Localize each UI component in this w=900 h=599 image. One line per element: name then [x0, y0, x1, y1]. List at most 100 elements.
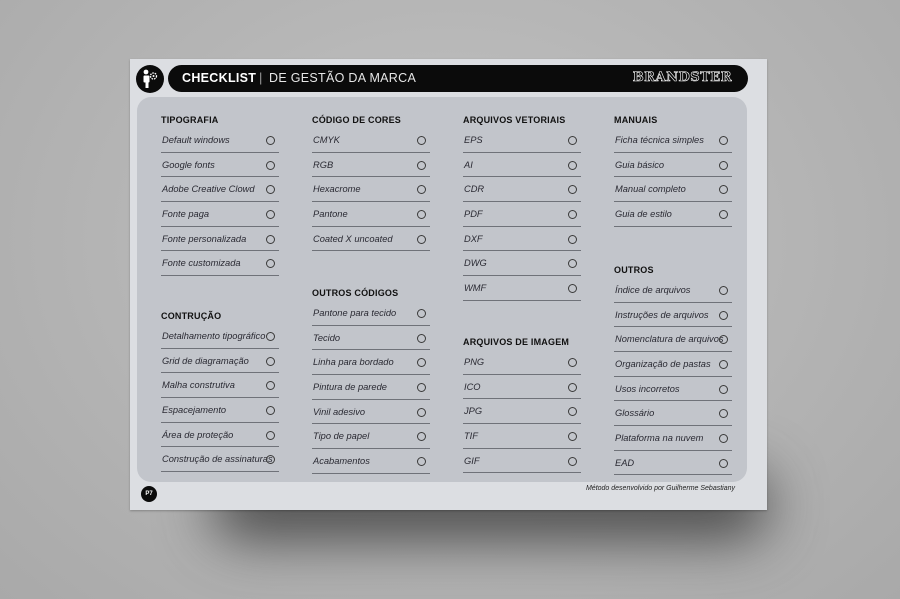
radio-circle-icon[interactable]	[719, 136, 728, 145]
radio-circle-icon[interactable]	[266, 160, 275, 170]
checklist-item[interactable]: Instruções de arquivos	[614, 304, 732, 328]
radio-circle-icon[interactable]	[417, 358, 426, 368]
checklist-item[interactable]: Índice de arquivos	[614, 279, 732, 303]
checklist-item[interactable]: Vinil adesivo	[312, 401, 430, 425]
checklist-item[interactable]: Ficha técnica simples	[614, 129, 732, 153]
checklist-item[interactable]: DXF	[463, 228, 581, 252]
radio-circle-icon[interactable]	[266, 234, 275, 244]
radio-circle-icon[interactable]	[719, 384, 728, 394]
radio-circle-icon[interactable]	[719, 210, 728, 220]
radio-circle-icon[interactable]	[568, 432, 577, 442]
radio-circle-icon[interactable]	[266, 210, 275, 220]
radio-circle-icon[interactable]	[719, 335, 728, 345]
radio-circle-icon[interactable]	[417, 407, 426, 417]
checklist-item[interactable]: DWG	[463, 252, 581, 276]
radio-circle-icon[interactable]	[719, 434, 728, 444]
checklist-item[interactable]: Pantone para tecido	[312, 302, 430, 326]
radio-circle-icon[interactable]	[417, 185, 426, 195]
checklist-item[interactable]: Coated X uncoated	[312, 228, 430, 252]
checklist-item[interactable]: EAD	[614, 452, 732, 476]
checklist-item-label: JPG	[464, 406, 483, 417]
checklist-item[interactable]: Plataforma na nuvem	[614, 427, 732, 451]
radio-circle-icon[interactable]	[568, 382, 577, 392]
radio-circle-icon[interactable]	[568, 284, 577, 294]
checklist-item[interactable]: Grid de diagramação	[161, 350, 279, 374]
radio-circle-icon[interactable]	[719, 458, 728, 468]
radio-circle-icon[interactable]	[417, 457, 426, 467]
radio-circle-icon[interactable]	[719, 310, 728, 320]
checklist-item[interactable]: AI	[463, 154, 581, 178]
checklist-item[interactable]: RGB	[312, 154, 430, 178]
radio-circle-icon[interactable]	[568, 234, 577, 244]
checklist-item[interactable]: Malha construtiva	[161, 374, 279, 398]
checklist-item[interactable]: Glossário	[614, 402, 732, 426]
radio-circle-icon[interactable]	[266, 356, 275, 366]
radio-circle-icon[interactable]	[568, 407, 577, 417]
checklist-item[interactable]: Acabamentos	[312, 450, 430, 474]
checklist-item[interactable]: ICO	[463, 376, 581, 400]
checklist-item[interactable]: Fonte personalizada	[161, 228, 279, 252]
checklist-item[interactable]: Guia de estilo	[614, 203, 732, 227]
radio-circle-icon[interactable]	[568, 160, 577, 170]
radio-circle-icon[interactable]	[417, 234, 426, 244]
radio-circle-icon[interactable]	[266, 381, 275, 391]
checklist-item[interactable]: Nomenclatura de arquivos	[614, 328, 732, 352]
radio-circle-icon[interactable]	[568, 259, 577, 269]
checklist-item[interactable]: Pintura de parede	[312, 376, 430, 400]
checklist-item[interactable]: TIF	[463, 425, 581, 449]
radio-circle-icon[interactable]	[719, 160, 728, 170]
radio-circle-icon[interactable]	[266, 430, 275, 440]
checklist-item[interactable]: Fonte customizada	[161, 252, 279, 276]
checklist-item[interactable]: Manual completo	[614, 178, 732, 202]
radio-circle-icon[interactable]	[266, 259, 275, 269]
checklist-item[interactable]: Pantone	[312, 203, 430, 227]
checklist-item-label: Organização de pastas	[615, 359, 711, 370]
radio-circle-icon[interactable]	[417, 160, 426, 170]
radio-circle-icon[interactable]	[568, 358, 577, 367]
radio-circle-icon[interactable]	[266, 332, 275, 341]
radio-circle-icon[interactable]	[568, 456, 577, 466]
checklist-item[interactable]: Espacejamento	[161, 399, 279, 423]
title-separator: |	[259, 70, 263, 85]
radio-circle-icon[interactable]	[568, 136, 577, 145]
checklist-item[interactable]: Usos incorretos	[614, 378, 732, 402]
radio-circle-icon[interactable]	[417, 432, 426, 442]
checklist-item[interactable]: Área de proteção	[161, 424, 279, 448]
radio-circle-icon[interactable]	[568, 185, 577, 195]
radio-circle-icon[interactable]	[266, 136, 275, 145]
radio-circle-icon[interactable]	[266, 455, 275, 465]
checklist-item[interactable]: Linha para bordado	[312, 351, 430, 375]
checklist-item[interactable]: CDR	[463, 178, 581, 202]
checklist-item[interactable]: Tecido	[312, 327, 430, 351]
radio-circle-icon[interactable]	[266, 185, 275, 195]
radio-circle-icon[interactable]	[266, 406, 275, 416]
checklist-item[interactable]: Organização de pastas	[614, 353, 732, 377]
checklist-item[interactable]: Hexacrome	[312, 178, 430, 202]
checklist-item-label: Grid de diagramação	[162, 355, 249, 366]
radio-circle-icon[interactable]	[719, 185, 728, 195]
checklist-item[interactable]: PNG	[463, 351, 581, 375]
checklist-item[interactable]: GIF	[463, 450, 581, 474]
radio-circle-icon[interactable]	[719, 360, 728, 370]
radio-circle-icon[interactable]	[417, 383, 426, 393]
radio-circle-icon[interactable]	[719, 409, 728, 419]
radio-circle-icon[interactable]	[417, 210, 426, 220]
checklist-item[interactable]: Detalhamento tipográfico	[161, 325, 279, 349]
checklist-item[interactable]: EPS	[463, 129, 581, 153]
checklist-item[interactable]: PDF	[463, 203, 581, 227]
radio-circle-icon[interactable]	[417, 309, 426, 318]
checklist-item[interactable]: Construção de assinaturas	[161, 448, 279, 472]
checklist-item[interactable]: Fonte paga	[161, 203, 279, 227]
checklist-item[interactable]: WMF	[463, 277, 581, 301]
checklist-item[interactable]: Default windows	[161, 129, 279, 153]
radio-circle-icon[interactable]	[719, 286, 728, 295]
radio-circle-icon[interactable]	[568, 210, 577, 220]
checklist-item[interactable]: Google fonts	[161, 154, 279, 178]
checklist-item[interactable]: Guia básico	[614, 154, 732, 178]
checklist-item[interactable]: Adobe Creative Clowd	[161, 178, 279, 202]
checklist-item[interactable]: Tipo de papel	[312, 425, 430, 449]
radio-circle-icon[interactable]	[417, 136, 426, 145]
radio-circle-icon[interactable]	[417, 333, 426, 343]
checklist-item[interactable]: JPG	[463, 400, 581, 424]
checklist-item[interactable]: CMYK	[312, 129, 430, 153]
